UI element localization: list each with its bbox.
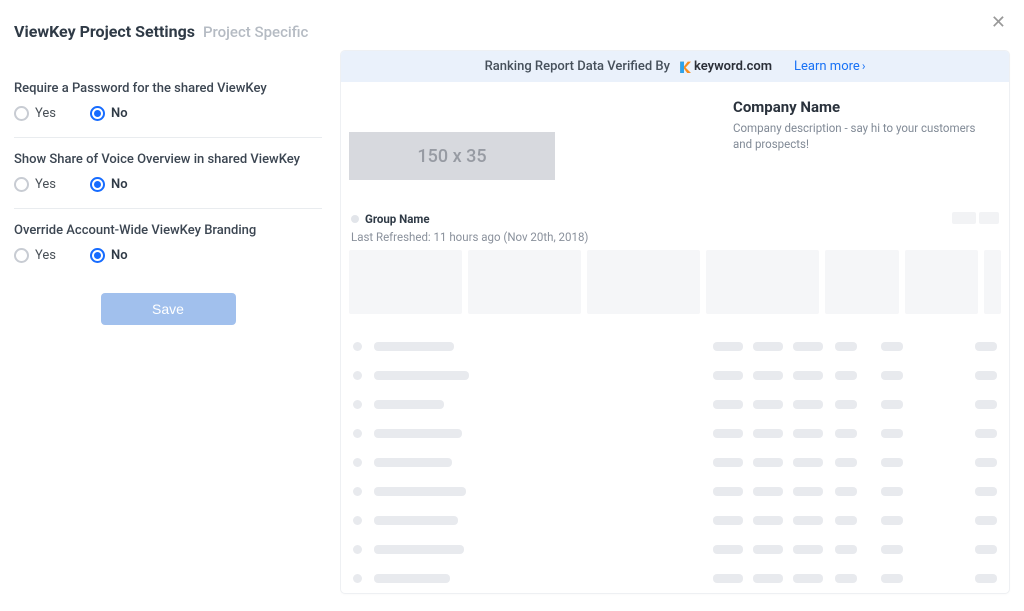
setting-label: Override Account-Wide ViewKey Branding — [14, 223, 322, 238]
metric-card — [825, 250, 898, 314]
metric-card — [706, 250, 819, 314]
last-refreshed: Last Refreshed: 11 hours ago (Nov 20th, … — [351, 230, 588, 244]
radio-icon — [14, 248, 29, 263]
radio-icon — [90, 177, 105, 192]
keyword-logo-icon — [678, 60, 691, 73]
metric-card — [587, 250, 700, 314]
group-actions — [952, 212, 999, 224]
verify-text: Ranking Report Data Verified By — [485, 59, 670, 74]
table-row — [349, 419, 1001, 448]
setting-require-password: Require a Password for the shared ViewKe… — [14, 67, 322, 138]
preview-pane: Ranking Report Data Verified By keyword.… — [340, 0, 1024, 611]
radio-no[interactable]: No — [90, 177, 128, 192]
table-row — [349, 448, 1001, 477]
company-name: Company Name — [733, 98, 983, 116]
action-placeholder — [979, 212, 999, 224]
settings-panel: ViewKey Project Settings Project Specifi… — [0, 0, 340, 611]
save-button[interactable]: Save — [101, 293, 236, 325]
radio-icon — [14, 177, 29, 192]
radio-icon — [14, 106, 29, 121]
verify-bar: Ranking Report Data Verified By keyword.… — [341, 51, 1009, 82]
group-name: Group Name — [365, 212, 430, 226]
radio-icon — [90, 106, 105, 121]
setting-share-of-voice: Show Share of Voice Overview in shared V… — [14, 138, 322, 209]
page-title-scope: Project Specific — [203, 23, 308, 41]
setting-label: Require a Password for the shared ViewKe… — [14, 81, 322, 96]
metric-card — [984, 250, 1001, 314]
radio-no[interactable]: No — [90, 106, 128, 121]
radio-icon — [90, 248, 105, 263]
chevron-right-icon: › — [862, 59, 866, 73]
radio-yes[interactable]: Yes — [14, 177, 56, 192]
table-body — [341, 326, 1009, 593]
table-row — [349, 361, 1001, 390]
metric-card — [905, 250, 978, 314]
table-row — [349, 564, 1001, 593]
action-placeholder — [952, 212, 976, 224]
setting-label: Show Share of Voice Overview in shared V… — [14, 152, 322, 167]
table-row — [349, 506, 1001, 535]
table-row — [349, 477, 1001, 506]
radio-no[interactable]: No — [90, 248, 128, 263]
page-title: ViewKey Project Settings — [14, 22, 195, 41]
metric-card — [468, 250, 581, 314]
metric-card — [349, 250, 462, 314]
status-dot-icon — [351, 215, 359, 223]
logo-placeholder: 150 x 35 — [349, 132, 555, 180]
close-icon[interactable]: ✕ — [991, 14, 1006, 32]
table-row — [349, 535, 1001, 564]
radio-yes[interactable]: Yes — [14, 248, 56, 263]
company-desc: Company description - say hi to your cus… — [733, 120, 983, 152]
table-row — [349, 332, 1001, 361]
verify-brand: keyword.com — [678, 59, 772, 74]
metric-cards — [341, 244, 1009, 326]
radio-yes[interactable]: Yes — [14, 106, 56, 121]
learn-more-link[interactable]: Learn more› — [794, 59, 865, 74]
setting-override-branding: Override Account-Wide ViewKey Branding Y… — [14, 209, 322, 279]
table-row — [349, 390, 1001, 419]
